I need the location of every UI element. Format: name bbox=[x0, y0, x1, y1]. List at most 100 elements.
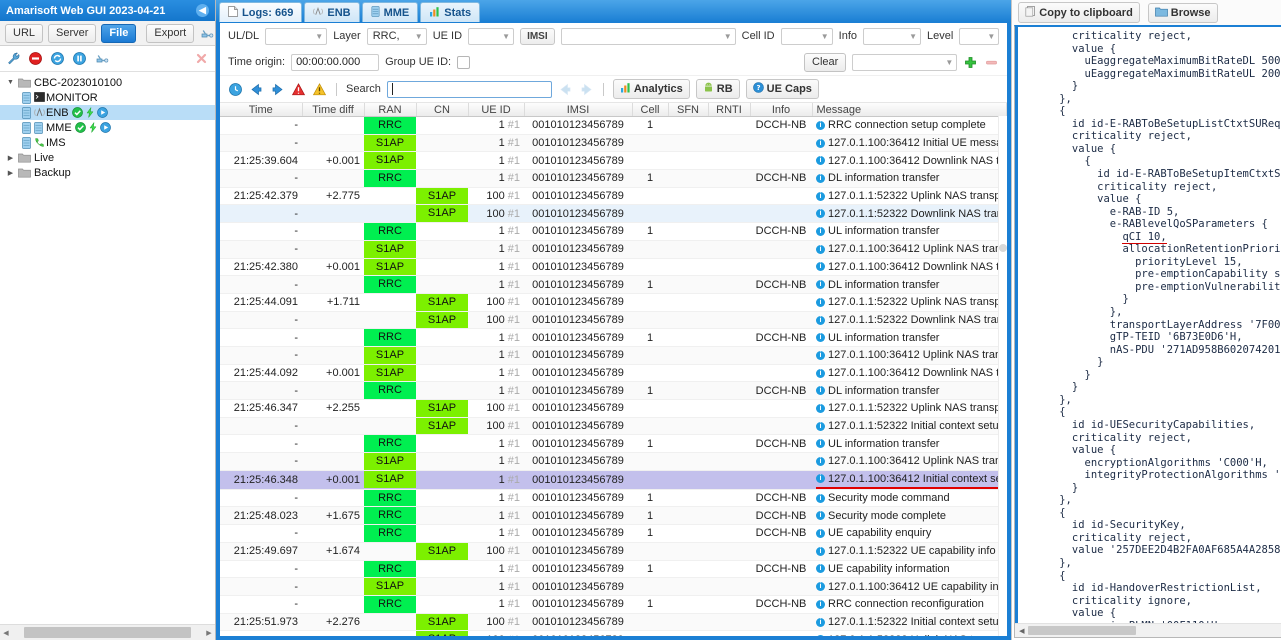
scroll-thumb[interactable] bbox=[1028, 626, 1137, 635]
table-column-header[interactable]: Time bbox=[220, 103, 303, 117]
table-row[interactable]: - S1AP 1 #1 001010123456789 i 127.0.1.100:364… bbox=[220, 134, 1007, 153]
browse-button[interactable]: Browse bbox=[1147, 2, 1218, 23]
table-column-header[interactable]: SFN bbox=[668, 103, 709, 117]
table-row[interactable]: 21:25:46.348 +0.001 S1AP 1 #1 00101012345678… bbox=[220, 470, 1007, 490]
table-column-header[interactable]: RAN bbox=[364, 103, 417, 117]
chevron-right-icon[interactable]: ▶ bbox=[6, 154, 15, 162]
table-row[interactable]: - S1AP 1 #1 001010123456789 i 127.0.1.100:364… bbox=[220, 452, 1007, 471]
search-input[interactable] bbox=[386, 80, 552, 98]
table-column-header[interactable]: UE ID bbox=[468, 103, 525, 117]
error-triangle-icon[interactable] bbox=[291, 82, 306, 97]
sidebar-horizontal-scrollbar[interactable]: ◀ ▶ bbox=[0, 624, 215, 640]
table-row[interactable]: - S1AP 1 #1 001010123456789 i 127.0.1.100:364… bbox=[220, 346, 1007, 365]
play-icon[interactable] bbox=[96, 107, 108, 118]
tree-item-cbc[interactable]: ▼ CBC-2023010100 bbox=[0, 75, 215, 90]
level-select[interactable]: ▼ bbox=[959, 27, 1000, 45]
plus-icon[interactable] bbox=[963, 55, 978, 70]
ue-caps-button[interactable]: ? UE Caps bbox=[745, 79, 819, 99]
tree-item-live[interactable]: ▶ Live bbox=[0, 150, 215, 165]
chevron-right-icon[interactable]: ▶ bbox=[6, 169, 15, 177]
table-row[interactable]: - RRC 1 #1 001010123456789 1 DCCH-NB i DL infor… bbox=[220, 169, 1007, 188]
table-row[interactable]: - RRC 1 #1 001010123456789 1 DCCH-NB i RRC conn… bbox=[220, 116, 1007, 135]
minus-icon[interactable] bbox=[984, 55, 999, 70]
table-row[interactable]: 21:25:46.347 +2.255 S1AP 100 #1 001010123456… bbox=[220, 399, 1007, 418]
cellid-select[interactable]: ▼ bbox=[780, 27, 833, 45]
ueid-select[interactable]: ▼ bbox=[468, 27, 515, 45]
detail-view[interactable]: criticality reject, value { uEaggregateM… bbox=[1014, 25, 1281, 638]
search-next-icon[interactable] bbox=[579, 82, 594, 97]
table-row[interactable]: - S1AP100 #1001010123456789 i127.0.1.1:523… bbox=[220, 417, 1007, 436]
export-button[interactable]: Export bbox=[146, 23, 195, 43]
refresh-icon[interactable] bbox=[50, 51, 65, 66]
imsi-select[interactable]: ▼ bbox=[560, 27, 736, 45]
table-row[interactable]: - RRC 1 #1 001010123456789 1 DCCH-NB i UE capab… bbox=[220, 524, 1007, 543]
file-button[interactable]: File bbox=[101, 23, 137, 43]
tree-item-mme[interactable]: MME bbox=[0, 120, 215, 135]
table-row[interactable]: 21:25:51.973 +2.276 S1AP 100 #1 001010123456… bbox=[220, 613, 1007, 632]
imsi-button[interactable]: IMSI bbox=[520, 27, 555, 45]
table-row[interactable]: 21:25:44.091 +1.711 S1AP 100 #1 001010123456… bbox=[220, 293, 1007, 312]
copy-to-clipboard-button[interactable]: Copy to clipboard bbox=[1018, 2, 1140, 23]
table-row[interactable]: - RRC 1 #1 001010123456789 1 DCCH-NB i RRC conn… bbox=[220, 595, 1007, 614]
table-column-header[interactable]: IMSI bbox=[524, 103, 633, 117]
table-row[interactable]: - S1AP100 #1001010123456789 i127.0.1.1:523… bbox=[220, 311, 1007, 330]
clear-button[interactable]: Clear bbox=[804, 52, 847, 72]
table-row[interactable]: - RRC 1 #1 001010123456789 1 DCCH-NB i UL infor… bbox=[220, 222, 1007, 241]
table-column-header[interactable]: Time diff bbox=[302, 103, 365, 117]
tree-item-enb[interactable]: ENB bbox=[0, 105, 215, 120]
table-row[interactable]: - RRC 1 #1 001010123456789 1 DCCH-NB i DL infor… bbox=[220, 275, 1007, 294]
info-select[interactable]: ▼ bbox=[863, 27, 921, 45]
tab-stats[interactable]: Stats bbox=[420, 2, 481, 22]
tab-logs[interactable]: Logs: 669 bbox=[219, 2, 303, 22]
table-row[interactable]: 21:25:48.023 +1.675 RRC 1 #1 001010123456789… bbox=[220, 506, 1007, 526]
table-row[interactable]: 21:25:42.379 +2.775 S1AP 100 #1 001010123456… bbox=[220, 187, 1007, 206]
table-row[interactable]: - RRC 1 #1 001010123456789 1 DCCH-NB i Security… bbox=[220, 489, 1007, 508]
url-button[interactable]: URL bbox=[5, 23, 44, 43]
table-column-header[interactable]: RNTI bbox=[708, 103, 751, 117]
tab-enb[interactable]: ENB bbox=[304, 2, 360, 22]
time-origin-input[interactable]: 00:00:00.000 bbox=[291, 53, 380, 71]
group-ueid-checkbox[interactable] bbox=[457, 55, 471, 69]
clock-icon[interactable] bbox=[228, 82, 243, 97]
table-row[interactable]: 21:25:39.604 +0.001 S1AP 1 #1 00101012345678… bbox=[220, 151, 1007, 171]
table-row[interactable]: 21:25:49.697 +1.674 S1AP 100 #1 001010123456… bbox=[220, 542, 1007, 561]
rb-button[interactable]: RB bbox=[695, 79, 740, 99]
table-row[interactable]: 21:25:42.380 +0.001 S1AP 1 #1 00101012345678… bbox=[220, 258, 1007, 277]
table-row[interactable]: - S1AP100 #1001010123456789 i127.0.1.1:523… bbox=[220, 630, 1007, 636]
scroll-right-arrow-icon[interactable]: ▶ bbox=[203, 629, 215, 637]
detail-horizontal-scrollbar[interactable]: ◀ ▶ bbox=[1015, 623, 1281, 637]
arrow-right-icon[interactable] bbox=[270, 82, 285, 97]
table-row[interactable]: - RRC 1 #1 001010123456789 1 DCCH-NB i UL infor… bbox=[220, 328, 1007, 347]
tree-item-backup[interactable]: ▶ Backup bbox=[0, 165, 215, 180]
pause-icon[interactable] bbox=[72, 51, 87, 66]
table-row[interactable]: 21:25:44.092 +0.001 S1AP 1 #1 00101012345678… bbox=[220, 364, 1007, 383]
scroll-left-arrow-icon[interactable]: ◀ bbox=[0, 629, 12, 637]
chevron-down-icon[interactable]: ▼ bbox=[6, 79, 15, 86]
table-row[interactable]: - S1AP 1 #1 001010123456789 i 127.0.1.100:364… bbox=[220, 240, 1007, 259]
play-icon[interactable] bbox=[99, 122, 111, 133]
chevron-left-icon[interactable]: ◀ bbox=[196, 4, 209, 17]
arrow-left-icon[interactable] bbox=[249, 82, 264, 97]
table-row[interactable]: - RRC 1 #1 001010123456789 1 DCCH-NB i UL infor… bbox=[220, 434, 1007, 454]
scroll-thumb[interactable] bbox=[24, 627, 191, 638]
tab-mme[interactable]: MME bbox=[361, 2, 419, 22]
server-button[interactable]: Server bbox=[48, 23, 97, 43]
layer-select[interactable]: RRC, ▼ bbox=[366, 27, 427, 45]
table-column-header[interactable]: CN bbox=[416, 103, 469, 117]
warning-triangle-icon[interactable] bbox=[312, 82, 327, 97]
table-row[interactable]: - RRC 1 #1 001010123456789 1 DCCH-NB i DL infor… bbox=[220, 381, 1007, 400]
table-column-header[interactable]: Info bbox=[750, 103, 813, 117]
table-vertical-scrollbar[interactable] bbox=[998, 116, 1008, 636]
stop-icon[interactable] bbox=[28, 51, 43, 66]
table-row[interactable]: - S1AP 1 #1 001010123456789 i 127.0.1.100:364… bbox=[220, 577, 1007, 596]
search-prev-icon[interactable] bbox=[558, 82, 573, 97]
close-icon[interactable] bbox=[194, 51, 209, 66]
plug-icon[interactable] bbox=[94, 51, 109, 66]
tree-item-ims[interactable]: IMS bbox=[0, 135, 215, 150]
table-column-header[interactable]: Cell bbox=[632, 103, 669, 117]
preset-select[interactable]: ▼ bbox=[852, 53, 958, 71]
uldl-select[interactable]: ▼ bbox=[265, 27, 328, 45]
table-column-header[interactable]: Message bbox=[812, 103, 1008, 117]
table-row[interactable]: - S1AP100 #1001010123456789 i127.0.1.1:523… bbox=[220, 204, 1007, 224]
tree-item-monitor[interactable]: MONITOR bbox=[0, 90, 215, 105]
